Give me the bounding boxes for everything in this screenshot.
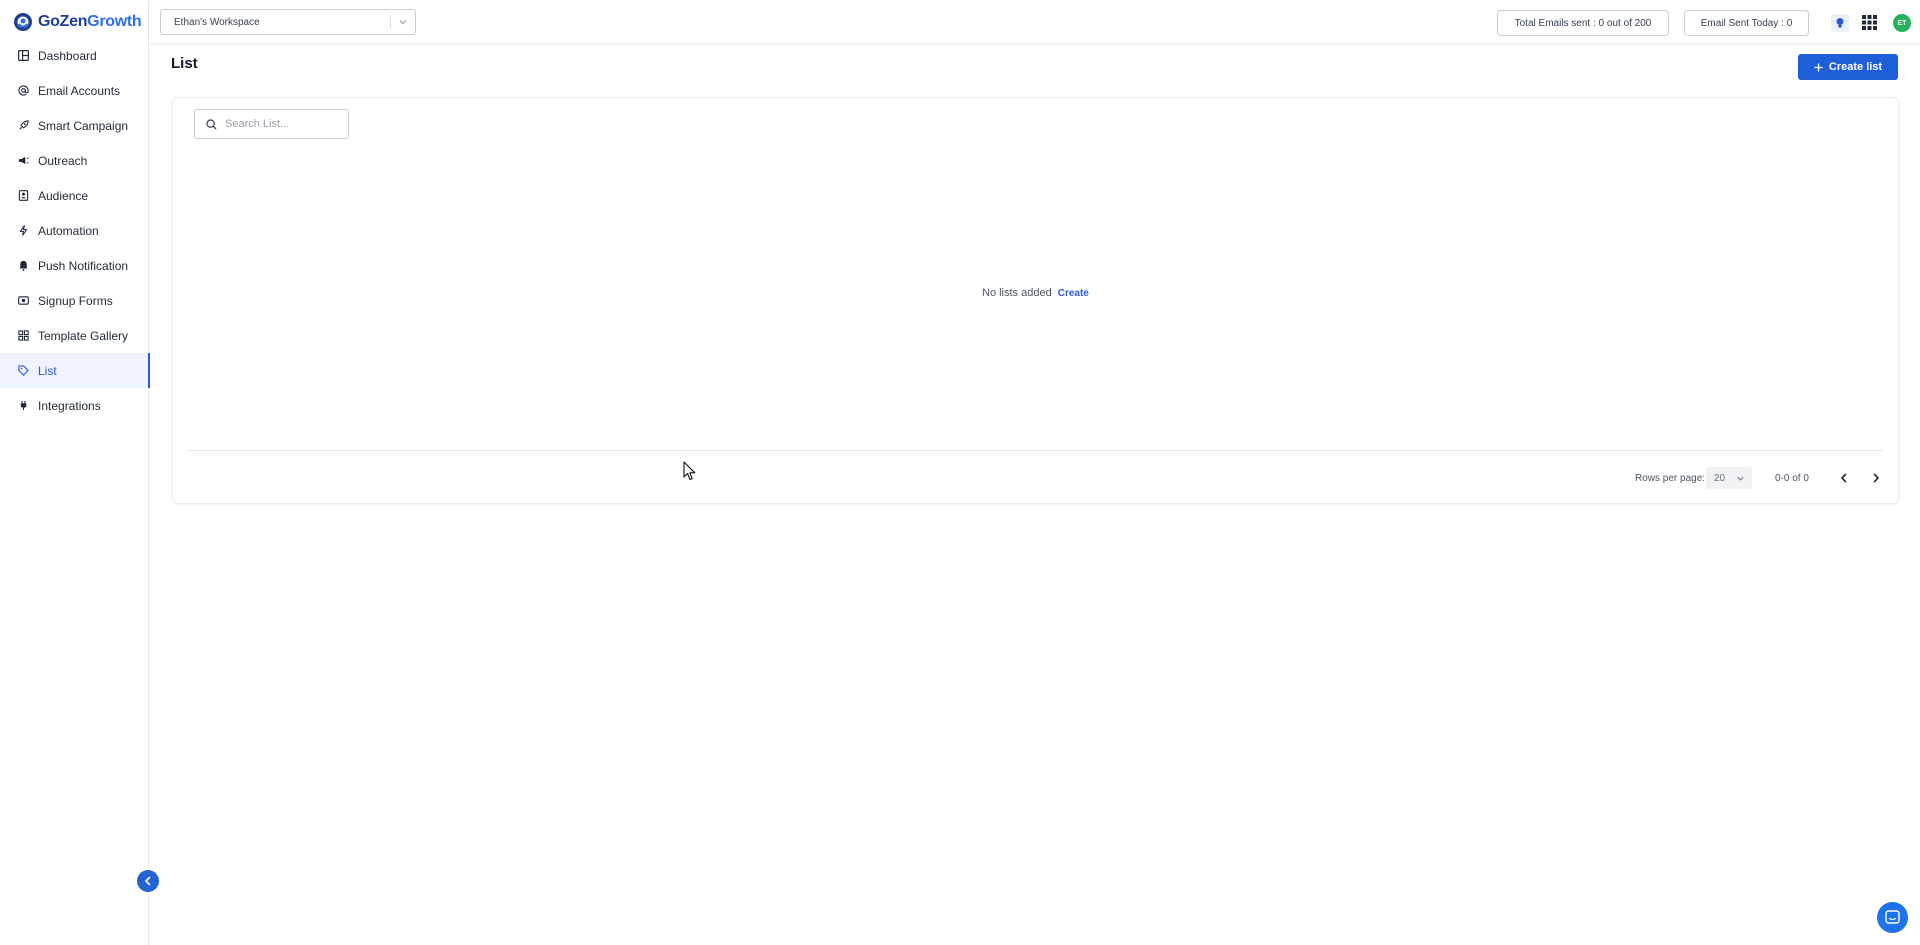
empty-state-message: No lists added [982,287,1052,299]
sidebar-item-label: Push Notification [38,258,129,273]
sidebar-item-automation[interactable]: Automation [0,213,149,248]
search-input[interactable] [225,118,335,130]
sidebar-item-label: Email Accounts [38,83,121,98]
megaphone-icon [17,155,29,167]
sidebar-item-template-gallery[interactable]: Template Gallery [0,318,149,353]
grid-icon [17,330,29,342]
sidebar-item-smart-campaign[interactable]: Smart Campaign [0,108,149,143]
empty-state: No lists added Create [982,287,1089,299]
sidebar-item-dashboard[interactable]: Dashboard [0,38,149,73]
bell-icon [17,260,29,272]
rocket-icon [17,120,29,132]
workspace-select[interactable]: Ethan's Workspace [160,9,416,35]
brand-name: GoZenGrowth [38,13,142,30]
sidebar-item-label: Smart Campaign [38,118,129,133]
sidebar-item-label: Integrations [38,398,101,413]
sidebar-item-signup-forms[interactable]: Signup Forms [0,283,149,318]
lightbulb-button[interactable] [1831,14,1849,32]
email-sent-today-badge: Email Sent Today : 0 [1684,10,1809,36]
chevron-down-icon [399,20,407,25]
gozen-logo-icon [14,13,32,31]
chat-support-button[interactable] [1877,902,1908,933]
chevron-left-icon [1840,473,1847,483]
chevron-left-icon [144,876,151,886]
sidebar-item-label: Audience [38,188,89,203]
select-divider [390,15,391,29]
sidebar-nav: Dashboard Email Accounts Smart Campaign … [0,38,150,423]
apps-grid-icon [1861,14,1877,30]
apps-grid-button[interactable] [1861,14,1877,30]
empty-state-create-link[interactable]: Create [1058,288,1089,299]
search-box[interactable] [194,109,349,139]
sidebar-item-label: Outreach [38,153,88,168]
sidebar-item-label: List [38,363,57,378]
chat-icon [1885,910,1900,924]
sidebar-item-outreach[interactable]: Outreach [0,143,149,178]
search-icon [206,118,217,129]
user-avatar[interactable]: ET [1893,14,1911,32]
page-title: List [171,55,198,72]
next-page-button[interactable] [1867,467,1885,489]
sidebar-item-label: Signup Forms [38,293,113,308]
total-emails-sent-text: Total Emails sent : 0 out of 200 [1514,17,1652,29]
pagination-range: 0-0 of 0 [1775,472,1809,484]
avatar-initials: ET [1897,19,1907,27]
chevron-down-icon [1737,476,1744,481]
at-sign-icon [17,85,29,97]
brand-logo[interactable]: GoZenGrowth [13,10,142,34]
create-list-button[interactable]: Create list [1798,54,1898,80]
plug-icon [17,400,29,412]
rows-per-page-value: 20 [1714,472,1726,484]
sidebar-item-label: Dashboard [38,48,97,63]
rows-per-page-label: Rows per page: [1635,472,1706,484]
plus-icon [1814,63,1823,71]
sidebar-item-audience[interactable]: Audience [0,178,149,213]
lightbulb-icon [1836,18,1844,28]
list-card: No lists added Create Rows per page: 20 … [172,97,1899,504]
sidebar-item-label: Automation [38,223,99,238]
table-divider [188,450,1883,451]
create-list-label: Create list [1828,61,1883,73]
dashboard-icon [17,50,29,62]
form-icon [17,295,29,307]
previous-page-button[interactable] [1835,467,1853,489]
mouse-cursor-icon [683,461,696,481]
top-header: Ethan's Workspace Total Emails sent : 0 … [149,0,1920,44]
sidebar-item-push-notification[interactable]: Push Notification [0,248,149,283]
sidebar-item-label: Template Gallery [38,328,129,343]
contacts-icon [17,190,29,202]
chevron-right-icon [1873,473,1880,483]
sidebar-item-email-accounts[interactable]: Email Accounts [0,73,149,108]
sidebar: GoZenGrowth Dashboard Email Accounts Sma… [0,0,159,945]
email-sent-today-text: Email Sent Today : 0 [1700,17,1793,29]
workspace-name: Ethan's Workspace [174,16,260,28]
sidebar-item-list[interactable]: List [0,353,150,388]
sidebar-item-integrations[interactable]: Integrations [0,388,149,423]
tag-icon [17,365,29,377]
bolt-icon [17,225,29,237]
total-emails-sent-badge: Total Emails sent : 0 out of 200 [1497,10,1669,36]
collapse-sidebar-button[interactable] [137,870,159,892]
rows-per-page-select[interactable]: 20 [1706,467,1752,489]
